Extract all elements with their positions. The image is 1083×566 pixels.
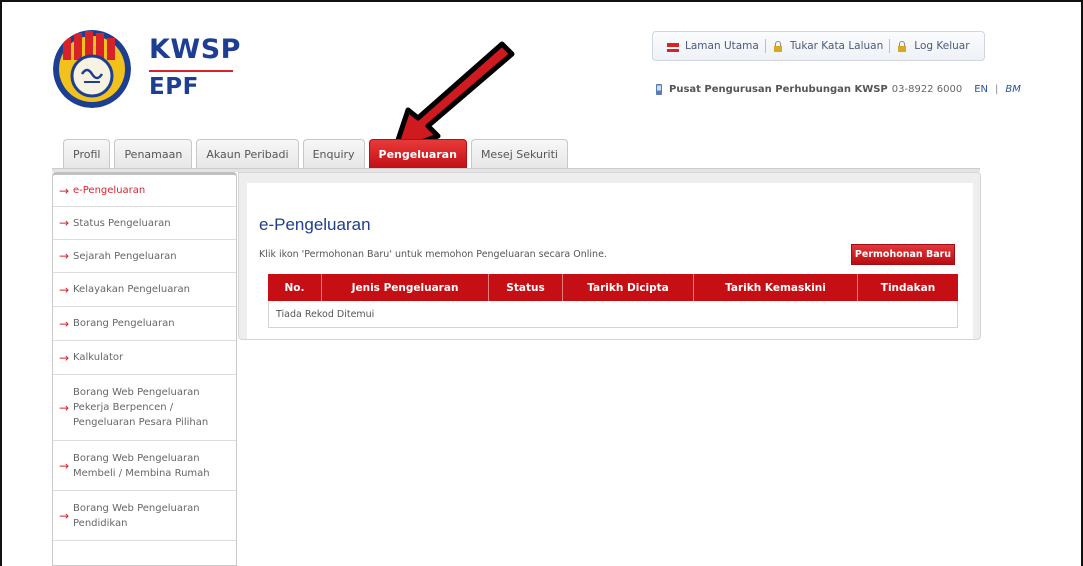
lock-icon	[773, 40, 782, 52]
sidebar-item-label: Kalkulator	[73, 352, 124, 363]
sidebar-item-label: Sejarah Pengeluaran	[73, 250, 177, 262]
change-password-label: Tukar Kata Laluan	[789, 40, 884, 52]
main-tabs: Profil Penamaan Akaun Peribadi Enquiry P…	[63, 139, 568, 169]
sidebar-item-e-pengeluaran[interactable]: → e-Pengeluaran	[53, 175, 236, 207]
column-header-tarikh-kemaskini: Tarikh Kemaskini	[694, 274, 858, 301]
hotline-number: 03-8922 6000	[891, 84, 963, 95]
phone-icon	[656, 84, 662, 95]
column-header-status: Status	[489, 274, 563, 301]
hotline-info: Pusat Pengurusan Perhubungan KWSP 03-892…	[653, 84, 1021, 95]
column-header-tarikh-dicipta: Tarikh Dicipta	[563, 274, 694, 301]
language-separator: |	[995, 84, 999, 95]
home-link[interactable]: Laman Utama	[661, 40, 765, 52]
sidebar-item-label: Borang Web Pengeluaran Pendidikan	[73, 502, 200, 529]
sidebar-item-label: Status Pengeluaran	[73, 217, 171, 229]
sidebar-item-sejarah-pengeluaran[interactable]: → Sejarah Pengeluaran	[53, 240, 236, 273]
table-header: No. Jenis Pengeluaran Status Tarikh Dici…	[268, 274, 958, 301]
kwsp-logo[interactable]: KWSP EPF	[53, 30, 240, 110]
column-header-no: No.	[268, 274, 322, 301]
kwsp-emblem-icon	[53, 30, 131, 108]
logo-divider	[149, 70, 233, 72]
arrow-right-icon: →	[59, 282, 70, 297]
logout-link[interactable]: Log Keluar	[890, 40, 975, 52]
tab-profil[interactable]: Profil	[63, 139, 111, 169]
sidebar-item-kalkulator[interactable]: → Kalkulator	[53, 341, 236, 375]
arrow-right-icon: →	[59, 216, 70, 230]
sidebar-item-status-pengeluaran[interactable]: → Status Pengeluaran	[53, 207, 236, 240]
logo-kwsp-text: KWSP	[149, 34, 241, 65]
arrow-right-icon: →	[59, 508, 70, 523]
logo-epf-text: EPF	[149, 74, 199, 100]
sidebar-item-label: Borang Web Pengeluaran Pekerja Berpencen…	[73, 387, 209, 428]
tab-pengeluaran[interactable]: Pengeluaran	[368, 139, 467, 169]
page-title: e-Pengeluaran	[259, 215, 371, 234]
language-bm-link[interactable]: BM	[1005, 84, 1021, 95]
withdrawal-table: No. Jenis Pengeluaran Status Tarikh Dici…	[268, 274, 958, 328]
tab-enquiry[interactable]: Enquiry	[302, 139, 365, 169]
sidebar-item-label: e-Pengeluaran	[73, 185, 146, 196]
logout-label: Log Keluar	[914, 40, 970, 52]
empty-table-row: Tiada Rekod Ditemui	[268, 301, 958, 328]
new-application-button[interactable]: Permohonan Baru	[851, 244, 955, 265]
change-password-link[interactable]: Tukar Kata Laluan	[766, 40, 889, 52]
top-links-bar: Laman Utama Tukar Kata Laluan Log Keluar	[652, 31, 985, 61]
sidebar-item-borang-web-pesara[interactable]: → Borang Web Pengeluaran Pekerja Berpenc…	[53, 375, 236, 441]
home-link-label: Laman Utama	[685, 40, 759, 52]
language-en-link[interactable]: EN	[974, 84, 988, 95]
arrow-right-icon: →	[59, 458, 70, 473]
sidebar-item-borang-web-pendidikan[interactable]: → Borang Web Pengeluaran Pendidikan	[53, 491, 236, 541]
arrow-right-icon: →	[59, 350, 70, 365]
sidebar-item-label: Borang Web Pengeluaran Membeli / Membina…	[73, 452, 210, 479]
sidebar-item-borang-pengeluaran[interactable]: → Borang Pengeluaran	[53, 307, 236, 341]
sidebar-item-borang-web-rumah[interactable]: → Borang Web Pengeluaran Membeli / Membi…	[53, 441, 236, 491]
tab-penamaan[interactable]: Penamaan	[114, 139, 193, 169]
column-header-jenis: Jenis Pengeluaran	[322, 274, 489, 301]
hotline-label: Pusat Pengurusan Perhubungan KWSP	[669, 84, 888, 95]
sidebar-item-label: Borang Pengeluaran	[73, 318, 175, 329]
arrow-right-icon: →	[59, 249, 70, 263]
tab-akaun-peribadi[interactable]: Akaun Peribadi	[196, 139, 299, 169]
sidebar-item-label: Kelayakan Pengeluaran	[73, 284, 190, 295]
column-header-tindakan: Tindakan	[880, 281, 936, 294]
arrow-right-icon: →	[59, 400, 70, 415]
arrow-right-icon: →	[59, 183, 70, 198]
sidebar: → e-Pengeluaran → Status Pengeluaran → S…	[52, 172, 237, 566]
tab-mesej-sekuriti[interactable]: Mesej Sekuriti	[470, 139, 568, 169]
home-icon	[667, 42, 679, 52]
arrow-right-icon: →	[59, 316, 70, 331]
instruction-text: Klik ikon 'Permohonan Baru' untuk memoho…	[259, 249, 607, 260]
sidebar-item-kelayakan-pengeluaran[interactable]: → Kelayakan Pengeluaran	[53, 273, 236, 307]
logout-lock-icon	[898, 40, 907, 52]
